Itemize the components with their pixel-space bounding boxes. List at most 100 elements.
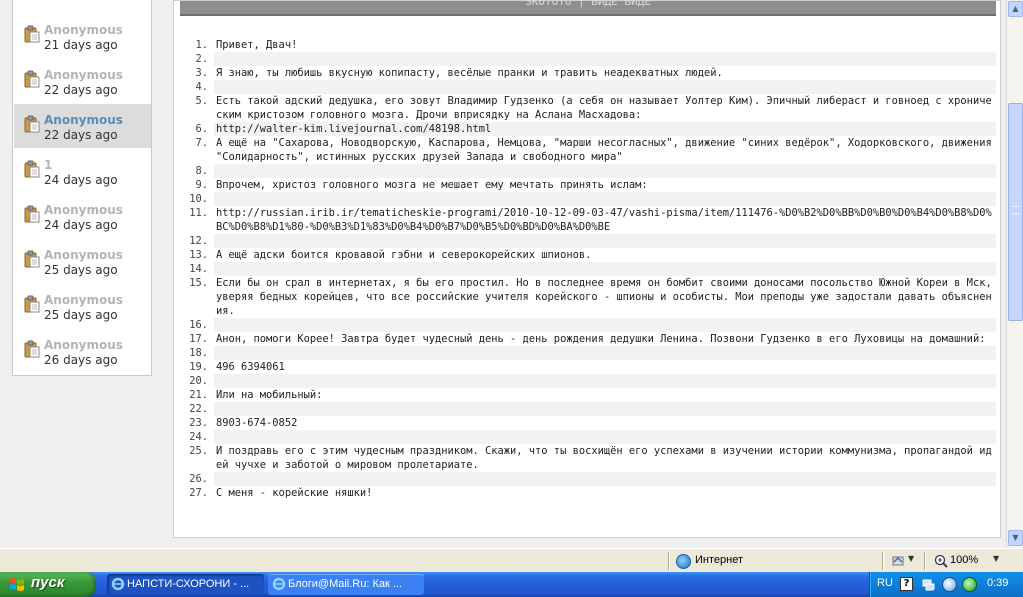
paste-list-item[interactable]: Anonymous 22 days ago xyxy=(14,59,151,103)
paste-author[interactable]: Anonymous xyxy=(44,293,123,307)
code-line: 9. Впрочем, христоз головного мозга не ме… xyxy=(184,178,996,192)
paste-list-item[interactable]: Anonymous 26 days ago xyxy=(14,329,151,373)
line-text: Если бы он срал в интернетах, я бы его п… xyxy=(216,277,998,317)
taskbar-button-label: НАПСТИ-СХОРОНИ - ... xyxy=(127,578,250,590)
line-text xyxy=(214,346,996,360)
paste-date: 24 days ago xyxy=(44,173,118,187)
green-status-tray-icon[interactable] xyxy=(962,577,977,592)
paste-list-item[interactable]: 1 24 days ago xyxy=(14,149,151,193)
zoom-level[interactable]: 100% xyxy=(950,554,978,566)
code-line: 21. Или на мобильный: xyxy=(184,388,996,402)
code-line: 25. И поздравь его с этим чудесным праздн… xyxy=(184,444,996,472)
clipboard-icon xyxy=(24,115,40,133)
clipboard-icon xyxy=(24,25,40,43)
start-button[interactable]: пуск xyxy=(0,572,96,597)
line-number: 12. xyxy=(189,235,208,247)
paste-author[interactable]: Anonymous xyxy=(44,338,123,352)
line-text: Анон, помоги Корее! Завтра будет чудесны… xyxy=(216,333,986,345)
security-zone-label: Интернет xyxy=(695,554,743,566)
paste-author[interactable]: Anonymous xyxy=(44,113,123,127)
line-text: http://walter-kim.livejournal.com/48198.… xyxy=(214,122,996,136)
browser-viewport: Anonymous 21 days ago Anonymous 22 days ago… xyxy=(0,0,1006,548)
code-line: 5. Есть такой адский дедушка, его зовут В… xyxy=(184,94,996,122)
line-number: 20. xyxy=(189,375,208,387)
code-line: 19. 496 6394061 xyxy=(184,360,996,374)
line-number: 27. xyxy=(189,487,208,499)
line-number: 4. xyxy=(195,81,208,93)
line-text xyxy=(214,374,996,388)
line-text xyxy=(214,234,996,248)
code-line: 3. Я знаю, ты любишь вкусную копипасту, в… xyxy=(184,66,996,80)
code-line: 13. А ещё адски боится кровавой гэбни и с… xyxy=(184,248,996,262)
chevron-down-icon[interactable]: ▼ xyxy=(908,554,914,563)
line-text: http://russian.irib.ir/tematicheskie-pro… xyxy=(216,207,992,233)
status-bar: Интернет ▼ 100% ▼ xyxy=(0,548,1023,572)
paste-list-item[interactable]: Anonymous 25 days ago xyxy=(14,239,151,283)
paste-author[interactable]: Anonymous xyxy=(44,203,123,217)
code-line: 2. xyxy=(184,52,996,66)
back-arrow-tray-icon[interactable] xyxy=(942,577,957,592)
code-line: 27. С меня - корейские няшки! xyxy=(184,486,996,500)
code-line: 11. http://russian.irib.ir/tematicheskie-… xyxy=(184,206,996,234)
line-number: 25. xyxy=(189,445,208,457)
taskbar-button-ie-2[interactable]: Блоги@Mail.Ru: Как ... xyxy=(268,574,424,595)
paste-date: 22 days ago xyxy=(44,83,118,97)
line-text xyxy=(214,192,996,206)
paste-date: 24 days ago xyxy=(44,218,118,232)
line-number: 14. xyxy=(189,263,208,275)
paste-code-panel: SKOTOTO | ВИДЕ ВИДЕ 1. Привет, Двач! 2. 3. Я… xyxy=(173,0,1001,538)
line-number: 5. xyxy=(195,95,208,107)
line-text: 8903-674-0852 xyxy=(216,417,298,429)
paste-list-item[interactable]: Anonymous 24 days ago xyxy=(14,194,151,238)
code-line: 26. xyxy=(184,472,996,486)
language-indicator[interactable]: RU xyxy=(877,577,893,589)
internet-explorer-icon xyxy=(111,577,125,591)
paste-date: 26 days ago xyxy=(44,353,118,367)
scroll-thumb[interactable] xyxy=(1008,103,1023,321)
code-line: 22. xyxy=(184,402,996,416)
code-line: 17. Анон, помоги Корее! Завтра будет чуде… xyxy=(184,332,996,346)
taskbar-button-ie-1[interactable]: НАПСТИ-СХОРОНИ - ... xyxy=(107,574,264,595)
paste-list-item[interactable]: Anonymous 21 days ago xyxy=(14,14,151,58)
code-line: 14. xyxy=(184,262,996,276)
paste-author[interactable]: Anonymous xyxy=(44,248,123,262)
code-line: 8. xyxy=(184,164,996,178)
network-icon[interactable] xyxy=(921,577,936,592)
clock[interactable]: 0:39 xyxy=(987,577,1008,589)
windows-flag-icon xyxy=(10,578,24,591)
internet-zone-icon xyxy=(676,554,691,569)
line-number: 9. xyxy=(195,179,208,191)
clipboard-icon xyxy=(24,205,40,223)
scroll-down-button[interactable]: ▼ xyxy=(1008,530,1023,546)
paste-author[interactable]: Anonymous xyxy=(44,68,123,82)
line-number: 26. xyxy=(189,473,208,485)
code-line: 24. xyxy=(184,430,996,444)
line-text: А ещё на "Сахарова, Новодворскую, Каспар… xyxy=(216,137,998,163)
zoom-chevron-down-icon[interactable]: ▼ xyxy=(993,554,999,563)
internet-explorer-icon xyxy=(272,577,286,591)
paste-date: 22 days ago xyxy=(44,128,118,142)
paste-author[interactable]: 1 xyxy=(44,158,52,172)
line-number: 8. xyxy=(195,165,208,177)
line-number: 1. xyxy=(195,39,208,51)
scroll-grip-icon xyxy=(1013,206,1019,214)
code-line: 18. xyxy=(184,346,996,360)
zoom-icon[interactable] xyxy=(934,554,948,568)
line-text xyxy=(214,80,996,94)
protected-mode-icon[interactable] xyxy=(892,555,904,567)
status-divider xyxy=(668,552,670,570)
code-line: 7. А ещё на "Сахарова, Новодворскую, Касп… xyxy=(184,136,996,164)
line-number: 21. xyxy=(189,389,208,401)
vertical-scrollbar[interactable]: ▲ ▼ xyxy=(1006,0,1023,548)
line-text: А ещё адски боится кровавой гэбни и севе… xyxy=(216,249,592,261)
line-text xyxy=(214,430,996,444)
line-number: 16. xyxy=(189,319,208,331)
line-number: 11. xyxy=(189,207,208,219)
line-number: 24. xyxy=(189,431,208,443)
help-icon[interactable]: ? xyxy=(900,577,913,591)
paste-author[interactable]: Anonymous xyxy=(44,23,123,37)
line-text xyxy=(214,164,996,178)
paste-list-item[interactable]: Anonymous 22 days ago xyxy=(14,104,151,148)
scroll-up-button[interactable]: ▲ xyxy=(1008,1,1023,17)
paste-list-item[interactable]: Anonymous 25 days ago xyxy=(14,284,151,328)
